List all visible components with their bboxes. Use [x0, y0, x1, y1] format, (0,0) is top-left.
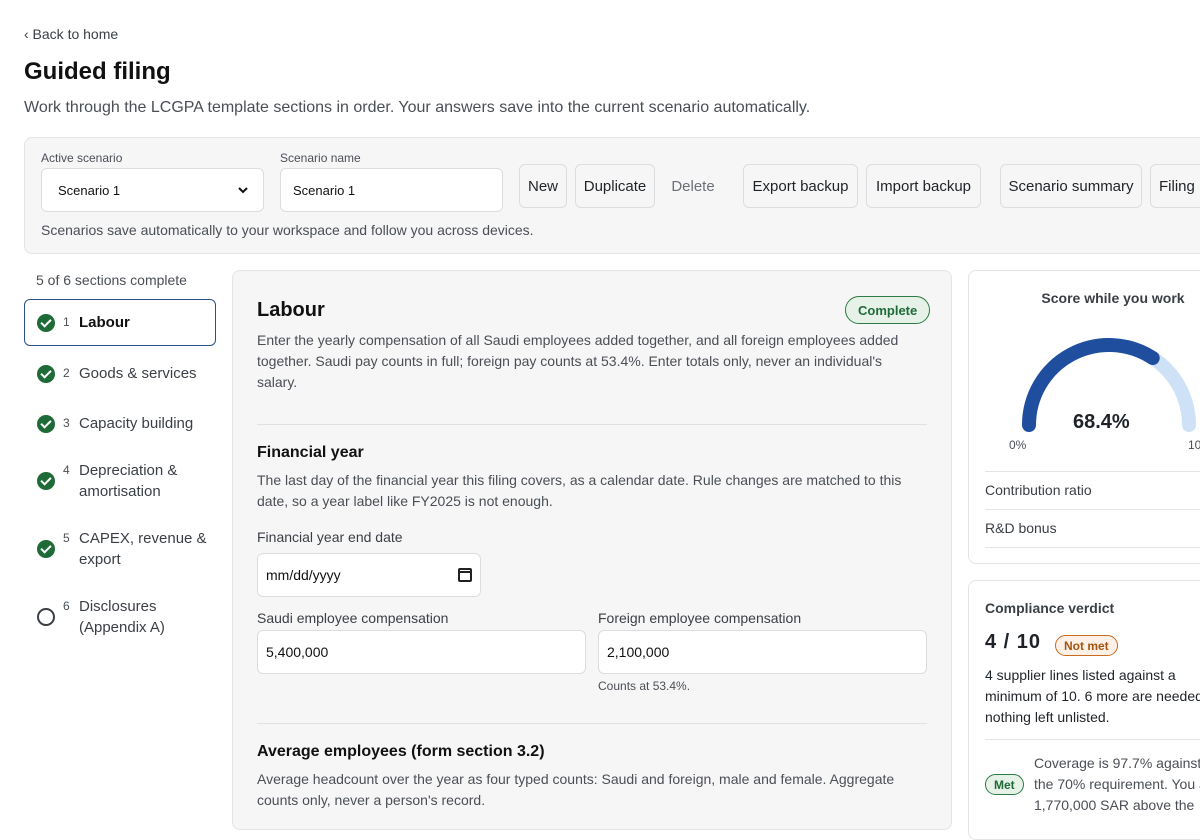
check-circle-icon	[37, 365, 55, 383]
empty-circle-icon	[37, 608, 55, 626]
scenario-name-input[interactable]	[293, 182, 490, 198]
page-title: Guided filing	[24, 58, 171, 85]
active-scenario-label: Active scenario	[41, 151, 123, 165]
row-divider	[985, 471, 1200, 472]
financial-year-heading: Financial year	[257, 444, 364, 461]
step-label: Labour	[79, 314, 130, 331]
gauge-max-label: 100	[1188, 438, 1200, 452]
check-circle-icon	[37, 472, 55, 490]
not-met-badge: Not met	[1055, 635, 1118, 656]
row-divider	[985, 547, 1200, 548]
section-divider	[257, 723, 927, 724]
fy-end-date-placeholder: mm/dd/yyyy	[266, 567, 341, 583]
step-labour[interactable]: 1 Labour	[24, 299, 216, 346]
step-label: Depreciation & amortisation	[79, 462, 178, 500]
filing-pack-button[interactable]: Filing p	[1150, 164, 1200, 208]
compliance-verdict-card: Compliance verdict 4 / 10 Not met 4 supp…	[968, 580, 1200, 840]
step-capacity-building[interactable]: 3 Capacity building	[24, 400, 216, 447]
page-subtitle: Work through the LCGPA template sections…	[24, 99, 811, 116]
sections-progress: 5 of 6 sections complete	[36, 272, 187, 288]
step-label: Disclosures (Appendix A)	[79, 598, 165, 636]
gauge-min-label: 0%	[1009, 438, 1027, 452]
financial-year-description: The last day of the financial year this …	[257, 472, 902, 509]
verdict-explanation: 4 supplier lines listed against a minimu…	[985, 667, 1200, 725]
score-title: Score while you work	[1041, 290, 1185, 306]
autosave-note: Scenarios save automatically to your wor…	[41, 222, 534, 238]
delete-scenario-button[interactable]: Delete	[663, 164, 723, 208]
met-badge: Met	[985, 774, 1024, 795]
section-status-badge: Complete	[845, 296, 931, 324]
contribution-ratio-label: Contribution ratio	[985, 482, 1092, 498]
fy-end-date-label: Financial year end date	[257, 529, 403, 545]
saudi-compensation-label: Saudi employee compensation	[257, 610, 449, 626]
step-disclosures[interactable]: 6 Disclosures (Appendix A)	[24, 583, 216, 651]
foreign-compensation-input[interactable]	[607, 644, 918, 660]
step-number: 4	[63, 463, 70, 477]
check-circle-icon	[37, 540, 55, 558]
step-capex-revenue-export[interactable]: 5 CAPEX, revenue & export	[24, 515, 216, 583]
score-card: Score while you work 68.4% 0% 100 Contri…	[968, 270, 1200, 564]
average-employees-heading: Average employees (form section 3.2)	[257, 743, 545, 760]
supplier-ratio: 4 / 10	[985, 631, 1042, 653]
section-divider	[257, 424, 927, 425]
step-number: 6	[63, 599, 70, 613]
step-goods-services[interactable]: 2 Goods & services	[24, 350, 216, 397]
step-number: 5	[63, 531, 70, 545]
export-backup-button[interactable]: Export backup	[743, 164, 858, 208]
contribution-ratio-row: Contribution ratio 6	[985, 482, 1200, 498]
step-number: 3	[63, 416, 70, 430]
scenario-summary-button[interactable]: Scenario summary	[1000, 164, 1142, 208]
back-to-home-link[interactable]: ‹ Back to home	[24, 26, 118, 42]
row-divider	[985, 509, 1200, 510]
fy-end-date-field[interactable]: mm/dd/yyyy	[257, 553, 481, 597]
duplicate-scenario-button[interactable]: Duplicate	[575, 164, 655, 208]
step-depreciation[interactable]: 4 Depreciation & amortisation	[24, 447, 216, 515]
import-backup-button[interactable]: Import backup	[866, 164, 981, 208]
average-employees-description: Average headcount over the year as four …	[257, 771, 895, 808]
step-number: 2	[63, 366, 70, 380]
labour-section-panel: Labour Complete Enter the yearly compens…	[232, 270, 952, 830]
scenario-toolbar: Active scenario Scenario 1 Scenario name…	[24, 137, 1200, 254]
rd-bonus-label: R&D bonus	[985, 520, 1057, 536]
section-stepper: 1 Labour 2 Goods & services 3 Capacity b…	[24, 299, 216, 651]
score-value: 68.4%	[1073, 411, 1130, 433]
saudi-compensation-input[interactable]	[266, 644, 577, 660]
step-label: Capacity building	[79, 415, 194, 432]
row-divider	[985, 739, 1200, 740]
step-number: 1	[63, 315, 70, 329]
step-label: Goods & services	[79, 365, 197, 382]
rd-bonus-row: R&D bonus	[985, 520, 1200, 536]
saudi-compensation-field[interactable]	[257, 630, 586, 674]
step-label: CAPEX, revenue & export	[79, 530, 207, 568]
active-scenario-dropdown[interactable]: Scenario 1	[54, 181, 251, 199]
section-intro: Enter the yearly compensation of all Sau…	[257, 332, 899, 390]
scenario-name-field[interactable]	[280, 168, 503, 212]
foreign-compensation-label: Foreign employee compensation	[598, 610, 802, 626]
scenario-name-label: Scenario name	[280, 151, 361, 165]
coverage-explanation: Coverage is 97.7% against the 70% requir…	[1034, 755, 1200, 813]
calendar-icon[interactable]	[458, 568, 472, 582]
check-circle-icon	[37, 314, 55, 332]
section-title: Labour	[257, 299, 325, 321]
verdict-title: Compliance verdict	[985, 600, 1115, 616]
active-scenario-select[interactable]: Scenario 1	[41, 168, 264, 212]
check-circle-icon	[37, 415, 55, 433]
new-scenario-button[interactable]: New	[519, 164, 567, 208]
foreign-compensation-hint: Counts at 53.4%.	[598, 679, 691, 693]
foreign-compensation-field[interactable]	[598, 630, 927, 674]
